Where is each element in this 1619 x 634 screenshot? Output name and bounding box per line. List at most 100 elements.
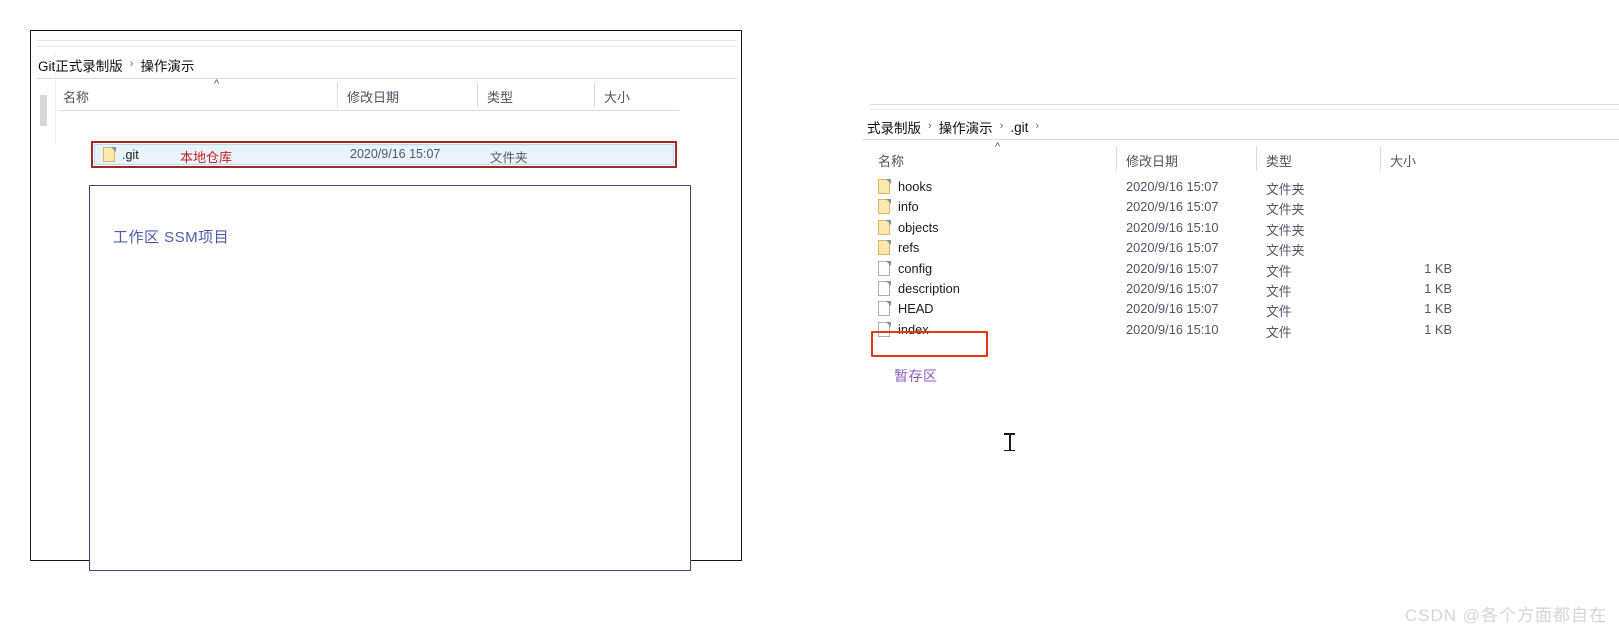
ibeam-bottom-bar	[1004, 449, 1015, 451]
row-type: 文件	[1266, 304, 1292, 320]
row-name: info	[898, 199, 919, 215]
row-type: 文件	[1266, 324, 1292, 340]
row-date: 2020/9/16 15:07	[1126, 179, 1219, 194]
row-size: 1 KB	[1424, 260, 1452, 276]
left-column-header-row: 名称 ^ 修改日期 类型 大小	[59, 78, 679, 109]
table-row-git[interactable]: .git 本地仓库 2020/9/16 15:07 文件夹	[94, 144, 674, 165]
column-header-type[interactable]: 类型	[1266, 151, 1292, 170]
git-row-date: 2020/9/16 15:07	[350, 147, 441, 161]
column-separator-1[interactable]	[1116, 146, 1117, 171]
row-type: 文件	[1266, 283, 1292, 299]
file-icon	[878, 280, 891, 296]
column-header-name[interactable]: 名称	[878, 151, 904, 170]
row-name: hooks	[898, 179, 933, 194]
workspace-label: 工作区 SSM项目	[113, 229, 230, 246]
column-header-size[interactable]: 大小	[1390, 151, 1416, 170]
folder-icon	[878, 240, 891, 256]
chevron-right-icon-2: ›	[999, 120, 1004, 132]
ibeam-stem	[1009, 434, 1011, 450]
row-size: 1 KB	[1424, 280, 1452, 296]
row-type: 文件夹	[1266, 182, 1305, 197]
column-header-size[interactable]: 大小	[604, 87, 630, 106]
row-date: 2020/9/16 15:10	[1126, 321, 1219, 337]
list-item[interactable]: info 2020/9/16 15:07 文件夹	[870, 198, 1619, 218]
row-name: objects	[898, 219, 939, 235]
left-breadcrumb[interactable]: Git正式录制版 › 操作演示	[38, 53, 194, 77]
chevron-right-icon-1: ›	[928, 120, 932, 132]
column-header-date[interactable]: 修改日期	[347, 87, 399, 106]
column-separator-2[interactable]	[1256, 146, 1257, 171]
csdn-watermark: CSDN @各个方面都自在	[1404, 606, 1607, 625]
column-header-date[interactable]: 修改日期	[1126, 151, 1178, 170]
row-name-cell[interactable]: hooks	[878, 179, 932, 194]
git-row-name-cell[interactable]: .git	[103, 147, 139, 162]
row-name: description	[898, 280, 960, 296]
row-type: 文件夹	[1266, 243, 1305, 259]
breadcrumb-item-git[interactable]: .git	[1010, 120, 1028, 135]
list-item[interactable]: description 2020/9/16 15:07 文件 1 KB	[870, 280, 1619, 300]
left-explorer-window: Git正式录制版 › 操作演示 名称 ^ 修改日期 类型 大小 .git 本地仓…	[30, 30, 742, 571]
row-name-cell[interactable]: HEAD	[878, 301, 934, 317]
sort-ascending-icon: ^	[214, 78, 220, 90]
file-icon	[878, 260, 891, 276]
text-cursor-icon	[1004, 432, 1015, 452]
left-scrollbar-track[interactable]	[55, 53, 56, 143]
row-name-cell[interactable]: info	[878, 199, 919, 215]
breadcrumb-item-demo[interactable]: 操作演示	[939, 117, 993, 137]
list-item[interactable]: objects 2020/9/16 15:10 文件夹	[870, 219, 1619, 239]
row-name-cell[interactable]: config	[878, 260, 933, 276]
left-column-header-baseline	[59, 110, 679, 111]
left-breadcrumb-underline	[37, 78, 737, 79]
row-type: 文件	[1266, 263, 1292, 279]
row-date: 2020/9/16 15:10	[1126, 219, 1219, 235]
git-row-type: 文件夹	[490, 151, 528, 165]
row-date: 2020/9/16 15:07	[1126, 199, 1219, 215]
row-date: 2020/9/16 15:07	[1126, 260, 1219, 276]
breadcrumb-item-root[interactable]: 式录制版	[867, 117, 921, 137]
column-separator-2[interactable]	[477, 82, 478, 107]
column-header-type[interactable]: 类型	[487, 87, 513, 106]
row-type: 文件夹	[1266, 222, 1305, 238]
breadcrumb-item-root[interactable]: Git正式录制版	[38, 55, 123, 75]
folder-icon	[878, 199, 891, 215]
right-explorer-window: 式录制版 › 操作演示 › .git › 名称 ^ 修改日期 类型 大小 hoo…	[862, 96, 1619, 396]
folder-icon	[878, 179, 891, 194]
row-name-cell[interactable]: objects	[878, 219, 939, 235]
column-header-name[interactable]: 名称	[63, 87, 89, 106]
row-date: 2020/9/16 15:07	[1126, 280, 1219, 296]
right-window-divider-second	[870, 109, 1619, 110]
row-name: config	[898, 260, 933, 276]
right-window-divider-top	[870, 104, 1619, 105]
list-item[interactable]: config 2020/9/16 15:07 文件 1 KB	[870, 260, 1619, 280]
index-annotation-box	[871, 331, 988, 357]
row-date: 2020/9/16 15:07	[1126, 301, 1219, 317]
folder-icon	[878, 219, 891, 235]
chevron-right-icon: ›	[129, 58, 134, 70]
column-separator-3[interactable]	[594, 82, 595, 107]
row-type: 文件夹	[1266, 202, 1305, 218]
file-icon	[878, 301, 891, 317]
breadcrumb-item-current[interactable]: 操作演示	[140, 55, 194, 75]
row-name: refs	[898, 240, 920, 256]
row-name-cell[interactable]: description	[878, 280, 960, 296]
column-separator-1[interactable]	[337, 82, 338, 107]
list-item[interactable]: refs 2020/9/16 15:07 文件夹	[870, 239, 1619, 259]
column-separator-3[interactable]	[1380, 146, 1381, 171]
row-name-cell[interactable]: refs	[878, 240, 920, 256]
right-breadcrumb-underline	[862, 139, 1619, 140]
folder-icon	[103, 147, 116, 162]
row-size: 1 KB	[1424, 321, 1452, 337]
left-scrollbar-thumb[interactable]	[40, 95, 47, 126]
git-row-annotation-label: 本地仓库	[180, 150, 233, 165]
git-row-name: .git	[122, 148, 139, 162]
right-breadcrumb[interactable]: 式录制版 › 操作演示 › .git ›	[867, 116, 1046, 138]
sort-ascending-icon: ^	[995, 141, 1001, 153]
left-window-divider-top	[37, 40, 737, 41]
left-window-divider-second	[37, 46, 737, 47]
row-date: 2020/9/16 15:07	[1126, 240, 1219, 256]
right-file-list: hooks 2020/9/16 15:07 文件夹 info 2020/9/16…	[870, 178, 1619, 341]
list-item[interactable]: hooks 2020/9/16 15:07 文件夹	[870, 178, 1619, 198]
staging-area-label: 暂存区	[894, 368, 938, 384]
chevron-right-icon-3: ›	[1035, 120, 1040, 132]
list-item[interactable]: HEAD 2020/9/16 15:07 文件 1 KB	[870, 300, 1619, 320]
